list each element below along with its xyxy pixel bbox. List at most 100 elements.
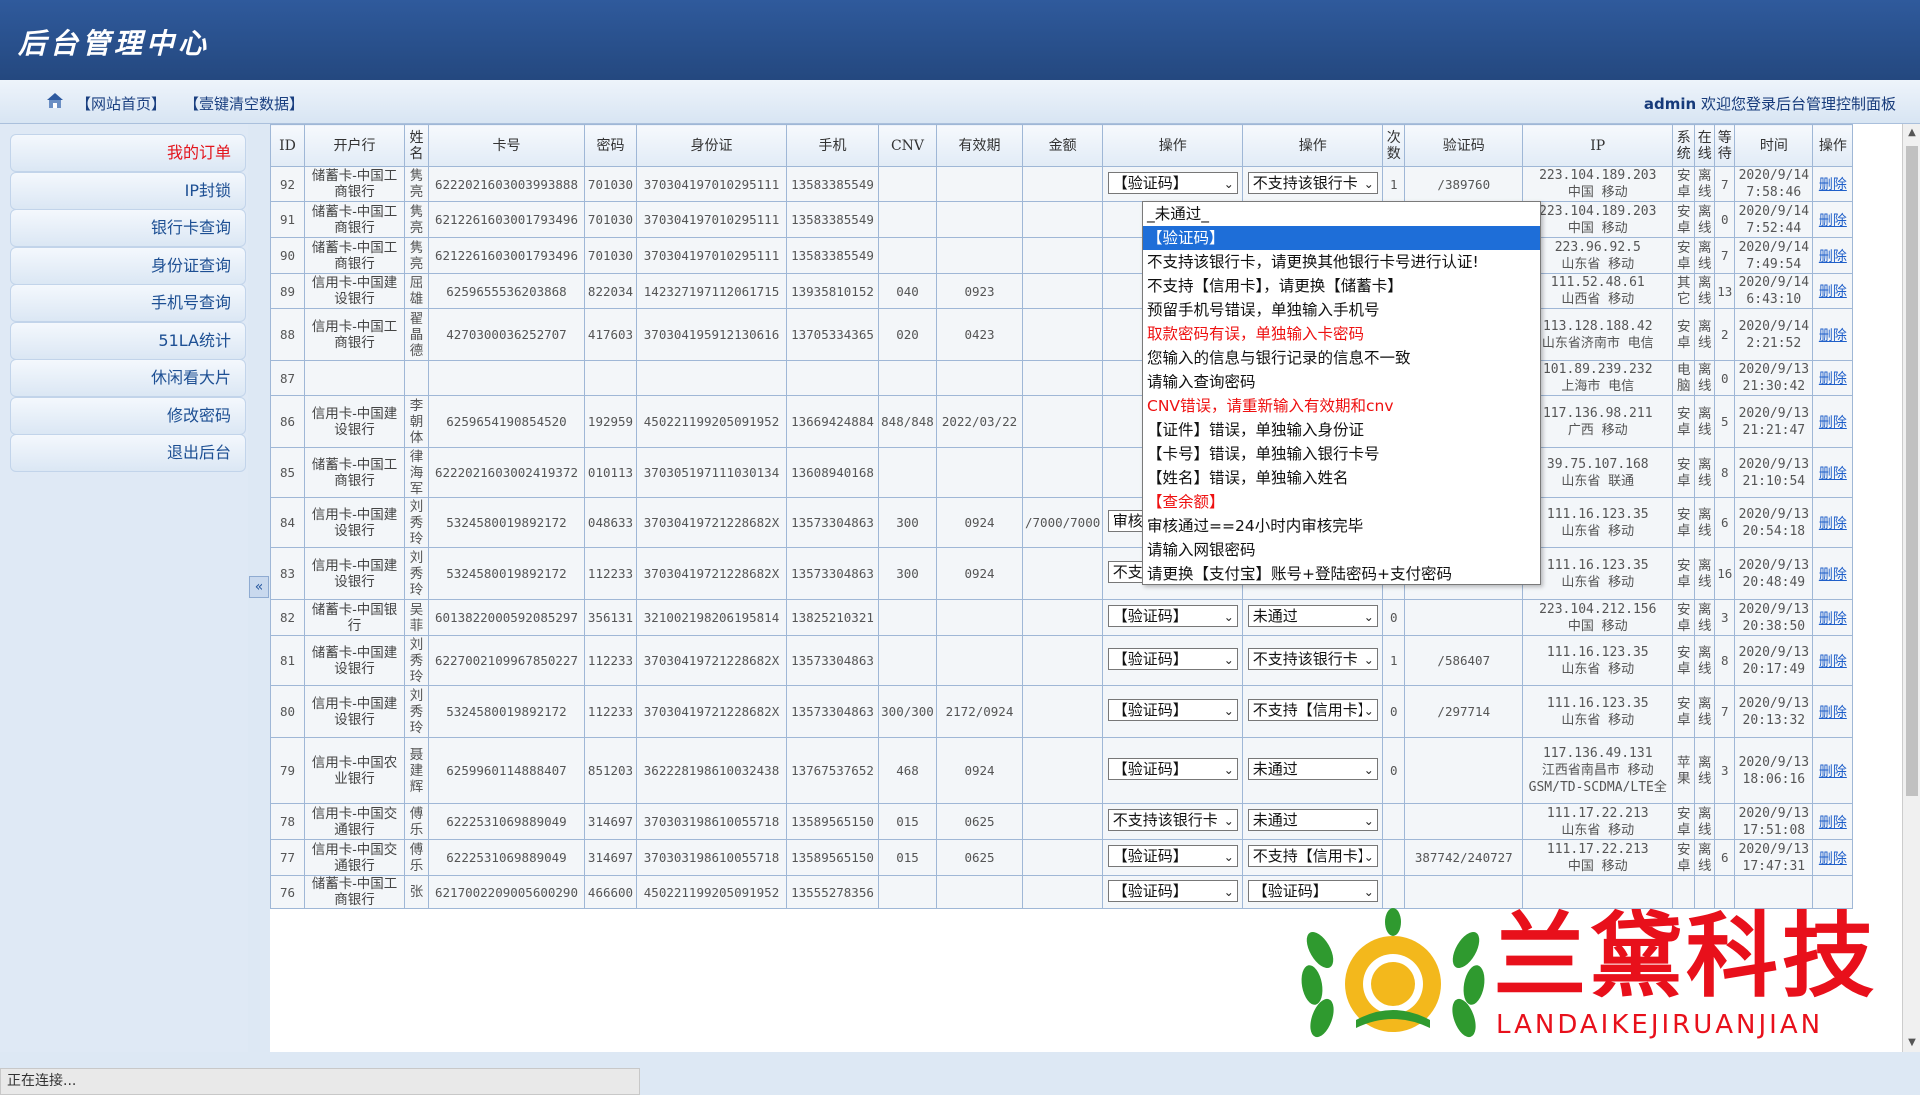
delete-link[interactable]: 删除 bbox=[1819, 654, 1847, 670]
delete-link[interactable]: 删除 bbox=[1819, 371, 1847, 387]
dropdown-option[interactable]: CNV错误，请重新输入有效期和cnv bbox=[1143, 394, 1540, 418]
sidebar-item[interactable]: 修改密码 bbox=[10, 396, 246, 435]
ip-address-line: 111.17.22.213 bbox=[1546, 805, 1649, 821]
id-number: 370303198610055718 bbox=[636, 839, 787, 876]
operation-2-select[interactable]: 未通过 ⌄ bbox=[1247, 605, 1378, 627]
amount bbox=[1021, 273, 1104, 309]
sidebar-item[interactable]: 手机号查询 bbox=[10, 284, 246, 322]
delete-link[interactable]: 删除 bbox=[1819, 249, 1847, 265]
nav-bar: 【网站首页】 【壹键清空数据】 admin 欢迎您登录后台管理控制面板 bbox=[0, 80, 1920, 124]
delete-link[interactable]: 删除 bbox=[1819, 213, 1847, 229]
id-number: 37030419721228682X bbox=[636, 547, 787, 600]
dropdown-option[interactable]: 请输入网银密码 bbox=[1143, 538, 1540, 562]
id-number: 37030419721228682X bbox=[636, 685, 787, 738]
column-header: 验证码 bbox=[1404, 124, 1524, 167]
attempt-count: 1 bbox=[1382, 635, 1406, 686]
operation-1-select[interactable]: 【验证码】 ⌄ bbox=[1107, 171, 1238, 194]
operation-2-select[interactable]: 未通过 ⌄ bbox=[1247, 758, 1378, 780]
timestamp: 2020/9/14 7:49:54 bbox=[1734, 237, 1814, 274]
operation-1-select[interactable]: 【验证码】 ⌄ bbox=[1107, 845, 1238, 867]
card-number: 6013822000592085297 bbox=[428, 599, 585, 636]
ip-address-line: 111.52.48.61 bbox=[1550, 275, 1645, 290]
dropdown-option[interactable]: 取款密码有误，单独输入卡密码 bbox=[1143, 322, 1540, 346]
ip-address bbox=[1522, 875, 1674, 909]
ip-address: 111.16.123.35 山东省 移动 bbox=[1522, 497, 1674, 548]
delete-link[interactable]: 删除 bbox=[1819, 466, 1847, 482]
vertical-scrollbar[interactable]: ▲ ▼ bbox=[1902, 124, 1920, 1052]
dropdown-option[interactable]: 不支持该银行卡，请更换其他银行卡号进行认证! bbox=[1143, 250, 1540, 274]
sidebar-item[interactable]: 51LA统计 bbox=[10, 321, 246, 360]
operation-2-select[interactable]: 未通过 ⌄ bbox=[1247, 809, 1378, 831]
scroll-up-icon[interactable]: ▲ bbox=[1903, 124, 1920, 142]
operation-1-select[interactable]: 【验证码】 ⌄ bbox=[1107, 699, 1238, 721]
dropdown-option[interactable]: 不支持【信用卡】，请更换【储蓄卡】 bbox=[1143, 274, 1540, 298]
card-number: 6222531069889049 bbox=[428, 803, 585, 840]
dropdown-option[interactable]: 审核通过==24小时内审核完毕 bbox=[1143, 514, 1540, 538]
dropdown-option[interactable]: 请更换【支付宝】账号+登陆密码+支付密码 bbox=[1143, 562, 1540, 586]
dropdown-option[interactable]: _未通过_ bbox=[1143, 202, 1540, 226]
online-status: 离线 bbox=[1694, 273, 1716, 309]
table-row: 84 信用卡-中国建设银行 刘秀玲 5324580019892172 048633 370… bbox=[270, 497, 1854, 548]
timestamp-line: 2020/9/13 bbox=[1738, 362, 1810, 377]
delete-link[interactable]: 删除 bbox=[1819, 328, 1847, 344]
cnv-value bbox=[878, 875, 937, 909]
chevron-down-icon: ⌄ bbox=[1221, 881, 1234, 901]
delete-link[interactable]: 删除 bbox=[1819, 516, 1847, 532]
delete-cell: 删除 bbox=[1812, 839, 1854, 876]
home-link[interactable]: 【网站首页】 bbox=[76, 93, 166, 114]
card-password: 417603 bbox=[584, 308, 637, 361]
status-dropdown-list[interactable]: _未通过_ 【验证码】 不支持该银行卡，请更换其他银行卡号进行认证! 不支持【信用卡】… bbox=[1142, 201, 1541, 585]
delete-link[interactable]: 删除 bbox=[1819, 177, 1847, 193]
sidebar-item[interactable]: 我的订单 bbox=[10, 134, 246, 172]
dropdown-option[interactable]: 【验证码】 bbox=[1143, 226, 1540, 250]
delete-link[interactable]: 删除 bbox=[1819, 611, 1847, 627]
scroll-down-icon[interactable]: ▼ bbox=[1903, 1034, 1920, 1052]
operation-1-select[interactable]: 不支持该银行卡⌄ bbox=[1107, 809, 1238, 831]
scrollbar-thumb[interactable] bbox=[1906, 146, 1918, 796]
delete-link[interactable]: 删除 bbox=[1819, 851, 1847, 867]
delete-link[interactable]: 删除 bbox=[1819, 284, 1847, 300]
operation-1-value: 【验证码】 bbox=[1112, 173, 1188, 192]
card-password: 701030 bbox=[584, 237, 637, 274]
dropdown-option[interactable]: 您输入的信息与银行记录的信息不一致 bbox=[1143, 346, 1540, 370]
operation-2-select[interactable]: 不支持该银行卡 ⌄ bbox=[1247, 648, 1378, 670]
delete-link[interactable]: 删除 bbox=[1819, 705, 1847, 721]
operation-2-select[interactable]: 不支持【信用卡】 ⌄ bbox=[1247, 699, 1378, 721]
operation-1-select[interactable]: 【验证码】 ⌄ bbox=[1107, 605, 1238, 627]
operation-2-select[interactable]: 【验证码】 ⌄ bbox=[1247, 879, 1378, 902]
dropdown-option[interactable]: 预留手机号错误，单独输入手机号 bbox=[1143, 298, 1540, 322]
delete-link[interactable]: 删除 bbox=[1819, 764, 1847, 780]
clear-data-link[interactable]: 【壹键清空数据】 bbox=[184, 93, 304, 114]
attempt-count: 0 bbox=[1382, 737, 1406, 804]
column-header: 开户行 bbox=[304, 124, 405, 167]
phone-number: 13555278356 bbox=[786, 875, 879, 909]
ip-address-line: 111.16.123.35 bbox=[1546, 506, 1649, 522]
dropdown-option[interactable]: 【卡号】错误，单独输入银行卡号 bbox=[1143, 442, 1540, 466]
delete-link[interactable]: 删除 bbox=[1819, 567, 1847, 583]
operation-2-select[interactable]: 不支持该银行卡 ⌄ bbox=[1247, 171, 1378, 194]
collapse-sidebar-button[interactable]: « bbox=[249, 576, 269, 598]
phone-number: 13669424884 bbox=[786, 395, 879, 448]
operation-1-select[interactable]: 【验证码】 ⌄ bbox=[1107, 758, 1238, 780]
ip-address-line: 山东省 移动 bbox=[1561, 661, 1635, 677]
operation-1-select[interactable]: 【验证码】 ⌄ bbox=[1107, 648, 1238, 670]
delete-link[interactable]: 删除 bbox=[1819, 415, 1847, 431]
operation-1-select[interactable]: 【验证码】 ⌄ bbox=[1107, 879, 1238, 902]
sidebar-item[interactable]: IP封锁 bbox=[10, 171, 246, 210]
dropdown-option[interactable]: 【姓名】错误，单独输入姓名 bbox=[1143, 466, 1540, 490]
sidebar-item[interactable]: 银行卡查询 bbox=[10, 209, 246, 247]
amount bbox=[1021, 875, 1104, 909]
delete-link[interactable]: 删除 bbox=[1819, 815, 1847, 831]
dropdown-option[interactable]: 【证件】错误，单独输入身份证 bbox=[1143, 418, 1540, 442]
bank-name: 储蓄卡-中国工商银行 bbox=[304, 447, 405, 498]
sidebar-item[interactable]: 退出后台 bbox=[10, 434, 246, 472]
expiry-date: 0924 bbox=[936, 547, 1023, 600]
card-password: 356131 bbox=[584, 599, 637, 636]
operation-2-select[interactable]: 不支持【信用卡】 ⌄ bbox=[1247, 845, 1378, 867]
dropdown-option[interactable]: 【查余额】 bbox=[1143, 490, 1540, 514]
dropdown-option[interactable]: 请输入查询密码 bbox=[1143, 370, 1540, 394]
sidebar-item[interactable]: 休闲看大片 bbox=[10, 359, 246, 397]
column-header: 操作 bbox=[1242, 124, 1384, 167]
holder-name: 翟晶德 bbox=[404, 308, 429, 361]
sidebar-item[interactable]: 身份证查询 bbox=[10, 246, 246, 285]
